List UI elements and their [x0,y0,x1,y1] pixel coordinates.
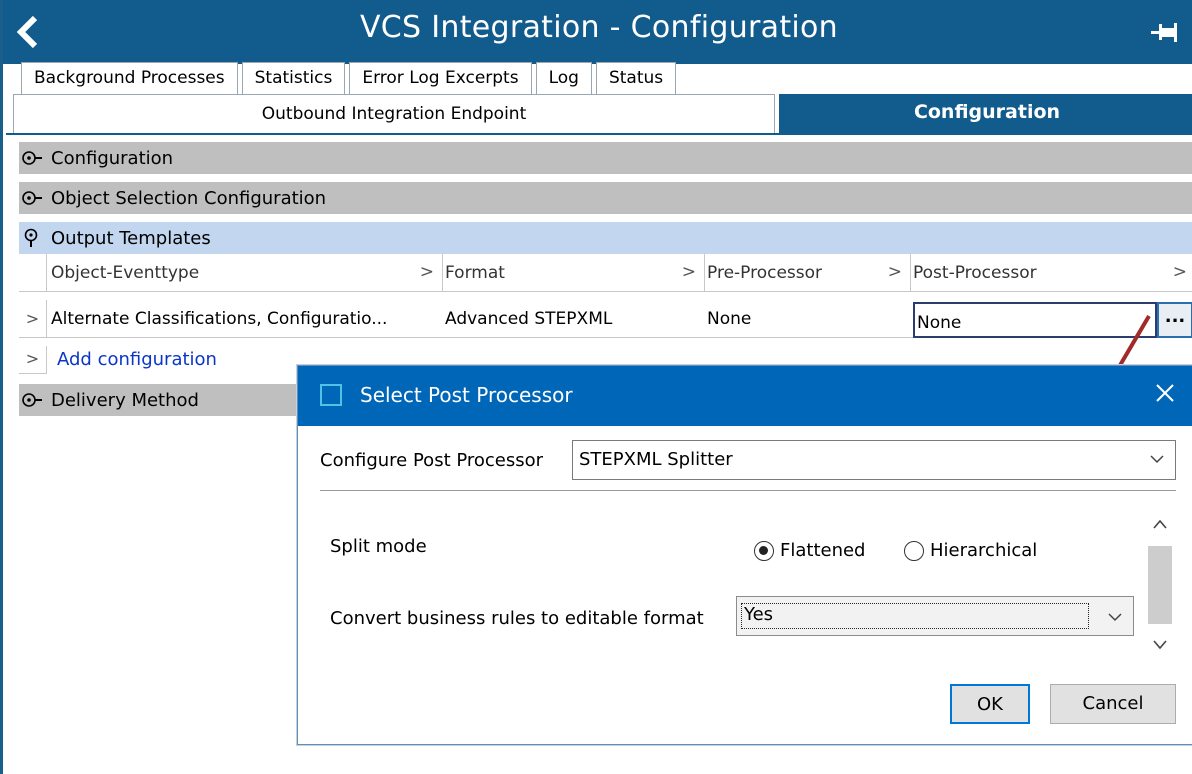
dialog-title: Select Post Processor [360,383,573,407]
tab-configuration[interactable]: Configuration [779,94,1192,134]
secondary-tab-row: Background Processes Statistics Error Lo… [21,62,680,94]
column-header-object-eventtype[interactable]: Object-Eventtype > [47,254,443,292]
add-configuration-link[interactable]: Add configuration [57,349,217,370]
chevron-right-icon: > [419,262,434,282]
window-icon [320,384,342,406]
dropdown-chevron-icon [1150,455,1164,464]
dialog-title-bar: Select Post Processor [298,366,1192,426]
chevron-right-icon: > [1172,262,1187,282]
expand-circle-icon[interactable] [21,390,43,410]
cell-format[interactable]: Advanced STEPXML [443,300,705,338]
window-title: VCS Integration - Configuration [359,10,838,45]
pin-icon[interactable] [1151,20,1179,44]
chevron-right-icon: > [681,262,696,282]
section-label: Object Selection Configuration [51,188,327,209]
column-header-pre-processor[interactable]: Pre-Processor > [705,254,911,292]
main-window: VCS Integration - Configuration Backgrou… [0,0,1192,774]
convert-business-rules-select[interactable]: Yes [736,596,1134,636]
tab-log[interactable]: Log [535,62,592,94]
section-label: Configuration [51,148,174,169]
scroll-down-icon[interactable] [1152,638,1168,650]
collapse-pin-icon[interactable] [21,228,43,248]
tab-statistics[interactable]: Statistics [241,62,346,94]
tab-background-processes[interactable]: Background Processes [21,62,238,94]
convert-business-rules-label: Convert business rules to editable forma… [330,608,704,629]
cell-object-eventtype[interactable]: Alternate Classifications, Configuratio.… [47,300,443,338]
configure-post-processor-select[interactable]: STEPXML Splitter [572,440,1176,480]
section-configuration[interactable]: Configuration [19,142,1192,174]
radio-label: Hierarchical [930,540,1038,561]
section-label: Delivery Method [51,390,199,411]
ok-button[interactable]: OK [950,684,1030,724]
convert-business-rules-value: Yes [741,603,1089,629]
split-mode-label: Split mode [330,536,427,557]
dropdown-chevron-icon [1108,613,1122,622]
chevron-right-icon: > [887,262,902,282]
cell-pre-processor[interactable]: None [705,300,911,338]
select-post-processor-dialog: Select Post Processor Configure Post Pro… [297,365,1192,745]
scroll-up-icon[interactable] [1152,518,1168,530]
radio-hierarchical[interactable]: Hierarchical [904,540,1037,561]
section-output-templates[interactable]: Output Templates [19,222,1192,254]
close-icon[interactable] [1152,380,1178,406]
section-object-selection[interactable]: Object Selection Configuration [19,182,1192,214]
section-label: Output Templates [51,228,211,249]
column-header-post-processor[interactable]: Post-Processor > [911,254,1192,292]
configure-post-processor-value: STEPXML Splitter [579,449,733,470]
configure-post-processor-label: Configure Post Processor [320,450,544,471]
primary-tab-row: Outbound Integration Endpoint Configurat… [13,94,1192,134]
grid-header-row: Object-Eventtype > Format > Pre-Processor >… [19,254,1192,292]
row-header [19,254,47,292]
row-expand-chevron[interactable]: > [19,300,47,338]
cancel-button[interactable]: Cancel [1050,684,1176,724]
expand-circle-icon[interactable] [21,148,43,168]
expand-circle-icon[interactable] [21,188,43,208]
post-processor-browse-button[interactable]: ... [1157,302,1192,338]
column-header-format[interactable]: Format > [443,254,705,292]
scrollbar-thumb[interactable] [1148,546,1172,624]
tab-divider [6,133,1192,135]
radio-label: Flattened [780,540,866,561]
tab-status[interactable]: Status [595,62,677,94]
tab-error-log-excerpts[interactable]: Error Log Excerpts [349,62,532,94]
row-expand-chevron: > [19,346,47,374]
radio-checked-icon [754,540,774,561]
radio-unchecked-icon [904,540,924,561]
separator [320,490,1176,491]
radio-flattened[interactable]: Flattened [754,540,865,561]
tab-outbound-integration-endpoint[interactable]: Outbound Integration Endpoint [13,94,775,134]
title-bar: VCS Integration - Configuration [3,0,1192,64]
dialog-scrollbar[interactable] [1146,510,1174,658]
